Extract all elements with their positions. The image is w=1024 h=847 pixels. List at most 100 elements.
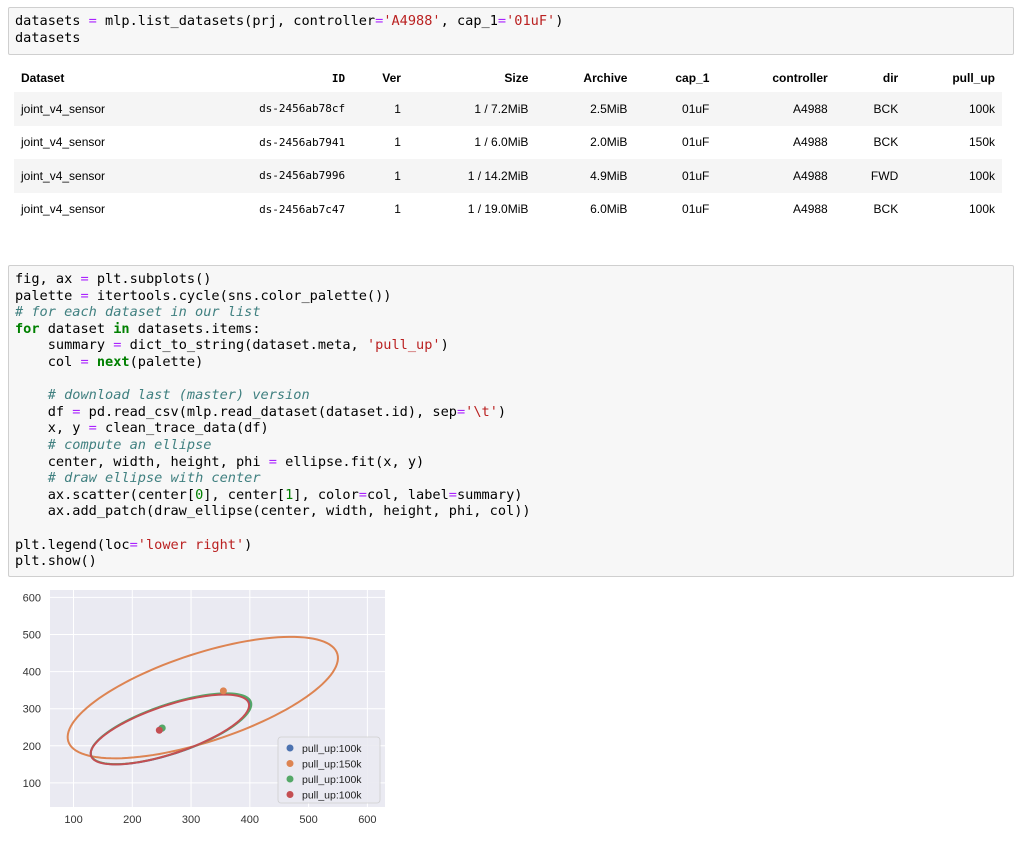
legend-marker-2 [286, 775, 294, 783]
cell-dataset: joint_v4_sensor [21, 101, 106, 116]
code-token: 'A4988' [383, 13, 441, 29]
code-token: df [15, 403, 73, 420]
code-token: , cap_1 [440, 13, 498, 29]
y-tick-label: 500 [23, 630, 41, 642]
cell-pull-up: 100k [968, 101, 995, 116]
cell-size: 1 / 6.0MiB [474, 135, 529, 150]
code-token: plt.subplots() [88, 271, 212, 287]
y-tick-label: 400 [23, 667, 41, 679]
table-row: joint_v4_sensor ds-2456ab7941 1 1 / 6.0MiB 2… [14, 126, 1002, 160]
cell-controller: A4988 [793, 168, 828, 183]
column-header-pull-up: pull_up [952, 71, 995, 85]
code-token: in [113, 320, 130, 337]
legend-label: pull_up:100k [302, 790, 362, 802]
table-row: joint_v4_sensor ds-2456ab7996 1 1 / 14.2MiB… [14, 159, 1002, 193]
code-token: next [96, 353, 130, 370]
code-token: ) [497, 403, 507, 420]
cell-pull-up: 100k [968, 202, 995, 217]
code-token: '01uF' [506, 13, 556, 29]
code-token: = [358, 486, 367, 503]
table-header-row: Dataset ID Ver Size Archive cap_1 controller di… [14, 64, 1002, 92]
code-token: plt.legend(loc [15, 536, 130, 553]
code-line: plt.legend(loc='lower right') [15, 537, 252, 553]
x-tick-label: 300 [182, 814, 200, 826]
code-token: = [268, 453, 277, 470]
code-token: center, width, height, phi [15, 453, 269, 470]
cell-cap-1: 01uF [682, 202, 710, 217]
code-line: datasets = mlp.list_datasets(prj, contro… [15, 13, 563, 29]
code-token: itertools.cycle(sns.color_palette()) [88, 287, 392, 304]
cell-id: ds-2456ab7c47 [259, 202, 346, 216]
cell-id: ds-2456ab78cf [259, 102, 346, 116]
x-tick-label: 500 [299, 814, 317, 826]
cell-archive: 2.0MiB [590, 135, 628, 150]
code-token: pd.read_csv(mlp.read_dataset(dataset.id)… [80, 403, 457, 420]
x-tick-label: 100 [64, 814, 82, 826]
code-token: # draw ellipse with center [47, 470, 261, 487]
x-tick-label: 400 [241, 814, 259, 826]
code-token: col, label [366, 486, 449, 503]
code-editor[interactable]: datasets = mlp.list_datasets(prj, contro… [9, 8, 1013, 51]
code-token: ax.scatter(center[ [15, 486, 196, 503]
code-token: ax.add_patch(draw_ellipse(center, width,… [15, 503, 531, 520]
code-token: = [448, 486, 457, 503]
code-line: x, y = clean_trace_data(df) [15, 420, 269, 436]
code-line: plt.show() [15, 553, 97, 569]
column-header-ver: Ver [382, 71, 401, 85]
code-token: col [15, 353, 81, 370]
cell-dataset: joint_v4_sensor [21, 135, 106, 150]
x-tick-label: 200 [123, 814, 141, 826]
table-row: joint_v4_sensor ds-2456ab7c47 1 1 / 19.0MiB… [14, 193, 1002, 227]
cell-size: 1 / 14.2MiB [467, 168, 529, 183]
cell-archive: 2.5MiB [590, 101, 628, 116]
code-token: # compute an ellipse [47, 436, 212, 453]
code-line: df = pd.read_csv(mlp.read_dataset(datase… [15, 404, 506, 420]
code-token: datasets [15, 13, 89, 29]
code-token: = [497, 13, 507, 29]
code-line: ax.scatter(center[0], center[1], color=c… [15, 486, 523, 503]
column-header-size: Size [504, 71, 529, 85]
cell-ver: 1 [394, 202, 401, 217]
code-line: col = next(palette) [15, 353, 204, 370]
code-token: # download last (master) version [47, 387, 310, 404]
code-token: ellipse.fit(x, y) [276, 453, 425, 470]
code-line: palette = itertools.cycle(sns.color_pale… [15, 288, 392, 304]
cell-dir: BCK [873, 101, 899, 116]
y-tick-label: 600 [23, 592, 41, 604]
code-token: = [88, 420, 97, 437]
code-token: summary) [456, 486, 523, 503]
code-token: summary [15, 337, 114, 354]
code-cell-plot[interactable]: fig, ax = plt.subplots() palette = itert… [8, 265, 1014, 577]
code-line: # compute an ellipse [15, 436, 212, 453]
code-token: dataset [39, 320, 114, 337]
cell-cap-1: 01uF [682, 135, 710, 150]
code-token: clean_trace_data(df) [96, 420, 269, 437]
cell-size: 1 / 19.0MiB [467, 202, 529, 217]
legend-marker-3 [286, 791, 294, 798]
cell-dataset: joint_v4_sensor [21, 168, 106, 183]
code-token: = [80, 287, 89, 304]
code-line: # draw ellipse with center [15, 470, 261, 486]
code-cell-list-datasets[interactable]: datasets = mlp.list_datasets(prj, contro… [8, 7, 1014, 55]
code-token: mlp.list_datasets(prj, controller [96, 13, 376, 29]
code-line: # for each dataset in our list [15, 304, 261, 320]
column-header-dir: dir [882, 71, 899, 85]
cell-cap-1: 01uF [682, 101, 710, 116]
y-tick-label: 200 [23, 741, 41, 753]
code-editor[interactable]: fig, ax = plt.subplots() palette = itert… [9, 266, 1013, 575]
column-header-cap-1: cap_1 [675, 71, 710, 85]
cell-ver: 1 [394, 135, 401, 150]
code-token: = [80, 353, 89, 370]
cell-archive: 4.9MiB [590, 168, 628, 183]
cell-archive: 6.0MiB [590, 202, 628, 217]
code-token: for [15, 320, 40, 337]
cell-ver: 1 [394, 101, 401, 116]
cell-cap-1: 01uF [682, 168, 710, 183]
legend-label: pull_up:100k [302, 743, 362, 755]
center-point-1 [219, 687, 227, 695]
code-line: ax.add_patch(draw_ellipse(center, width,… [15, 503, 531, 519]
cell-dir: BCK [873, 135, 899, 150]
code-line: summary = dict_to_string(dataset.meta, '… [15, 337, 449, 353]
